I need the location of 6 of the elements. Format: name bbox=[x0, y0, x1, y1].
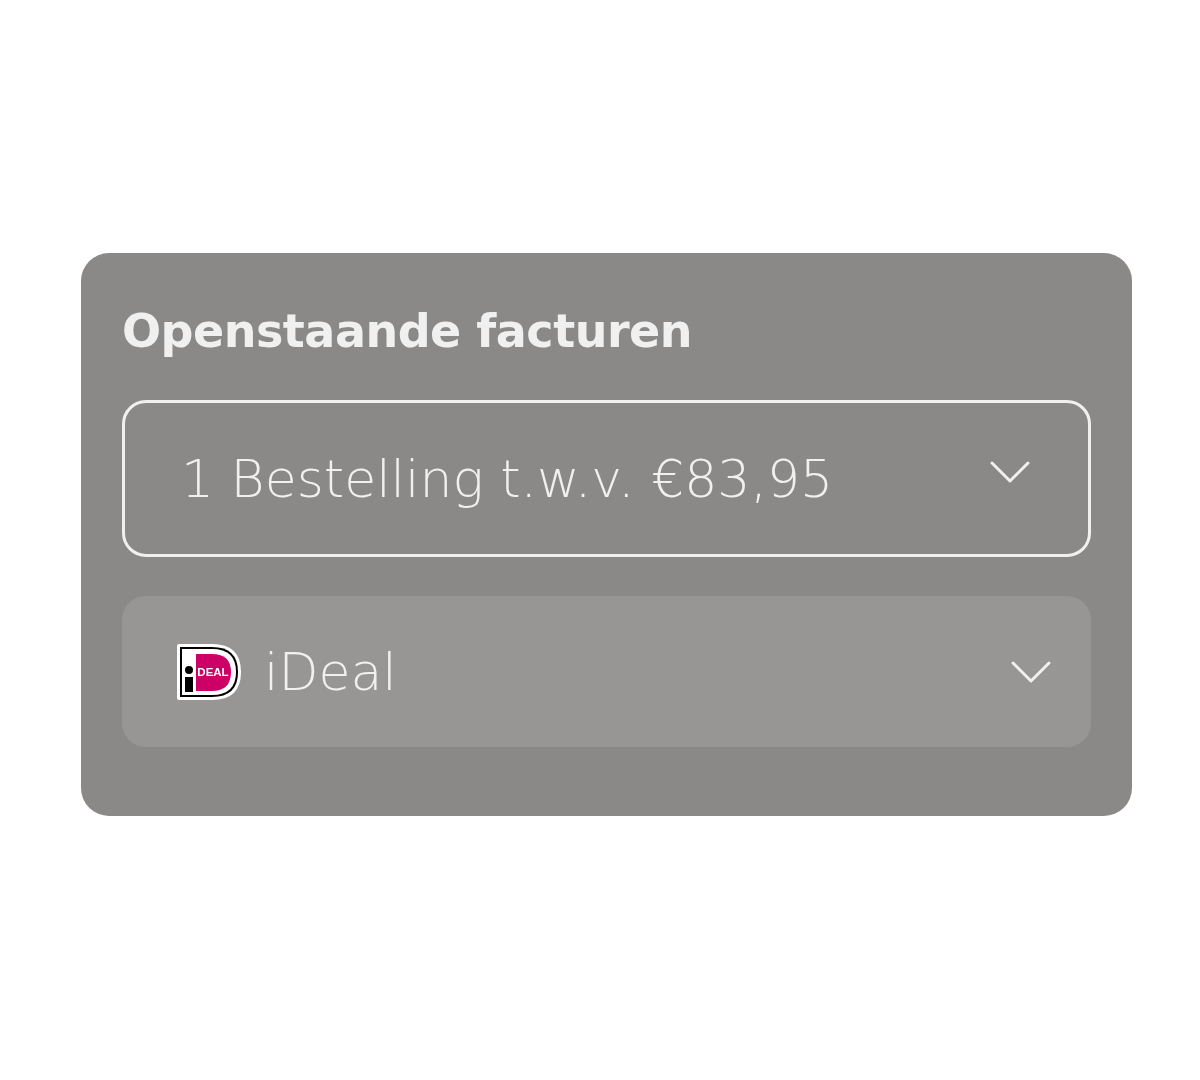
chevron-down-icon bbox=[990, 460, 1030, 483]
invoice-dropdown[interactable]: 1 Bestelling t.w.v. €83,95 bbox=[122, 400, 1091, 557]
ideal-logo-icon: DEAL bbox=[176, 642, 242, 701]
chevron-down-icon bbox=[1011, 660, 1051, 683]
payment-method-dropdown[interactable]: DEAL iDeal bbox=[122, 596, 1091, 747]
card-title: Openstaande facturen bbox=[122, 303, 693, 360]
